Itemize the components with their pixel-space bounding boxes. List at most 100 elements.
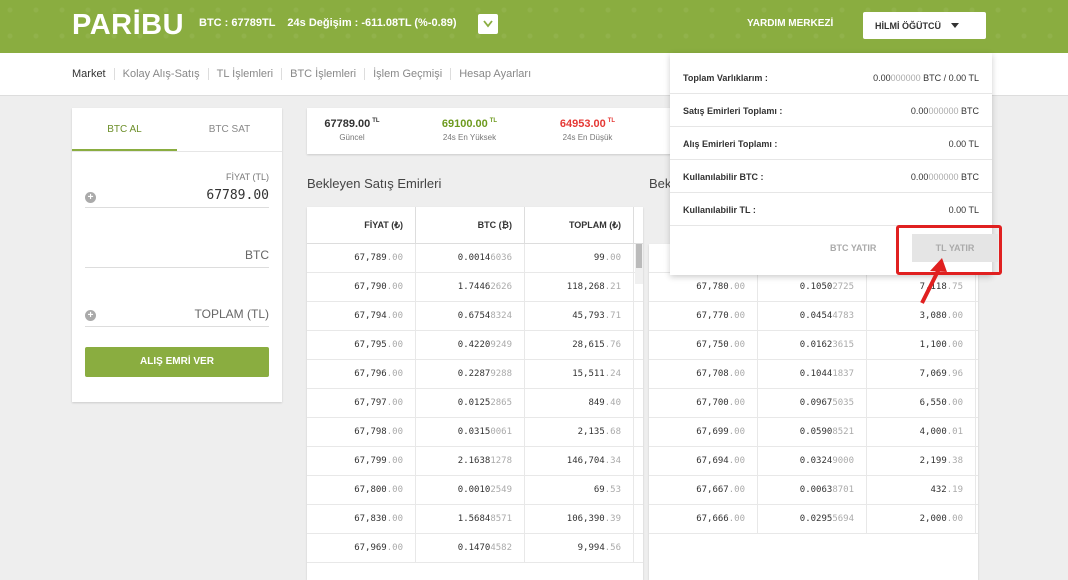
total-cell-value: 1,100: [919, 340, 947, 350]
daily-change: 24s Değişim : -611.08TL (%-0.89): [287, 17, 457, 29]
btc-cell-decimals: 9249: [490, 340, 512, 350]
total-unit-label: TOPLAM (TL): [194, 307, 269, 321]
table-row[interactable]: 67,750.00 0.01623615 1,100.00: [649, 331, 978, 360]
high-price: 69100.00: [441, 118, 488, 130]
balance-row: Satış Emirleri Toplamı : 0.00000000 BTC: [670, 94, 992, 127]
btc-cell-decimals: 8324: [490, 311, 512, 321]
user-menu-button[interactable]: HİLMİ ÖĞÜTCÜ: [863, 12, 986, 39]
price-cell-value: 67,694: [696, 456, 729, 466]
btc-cell: 0.00146036: [416, 244, 525, 272]
btc-cell-value: 0.2287: [457, 369, 491, 379]
nav-tl-transactions[interactable]: TL İşlemleri: [207, 68, 281, 80]
price-cell-value: 67,797: [354, 398, 387, 408]
table-row[interactable]: 67,667.00 0.00638701 432.19: [649, 476, 978, 505]
plus-icon[interactable]: +: [85, 192, 96, 203]
price-cell: 67,699.00: [649, 418, 758, 446]
table-row[interactable]: 67,800.00 0.00102549 69.53: [307, 476, 643, 505]
btc-cell-value: 2.1638: [457, 456, 491, 466]
total-cell-value: 118,268: [566, 282, 605, 292]
ticker-toggle-button[interactable]: [478, 14, 498, 34]
btc-cell: 0.14704582: [416, 534, 525, 562]
price-input[interactable]: 67789.00: [206, 188, 269, 203]
price-cell-decimals: .00: [728, 427, 745, 437]
btc-cell: 1.74462626: [416, 273, 525, 301]
total-cell-value: 6,550: [919, 398, 947, 408]
btc-cell-decimals: 9000: [832, 456, 854, 466]
btc-cell-value: 0.0454: [799, 311, 833, 321]
tab-buy-btc[interactable]: BTC AL: [72, 108, 177, 151]
table-row[interactable]: 67,699.00 0.05908521 4,000.01: [649, 418, 978, 447]
btc-unit-label: BTC: [245, 248, 269, 262]
btc-cell: 0.01623615: [758, 331, 867, 359]
table-row[interactable]: 67,794.00 0.67548324 45,793.71: [307, 302, 643, 331]
nav-history[interactable]: İşlem Geçmişi: [364, 68, 450, 80]
price-cell-decimals: .00: [386, 514, 403, 524]
balance-value: 0.00 TL: [948, 205, 979, 215]
table-row[interactable]: 67,969.00 0.14704582 9,994.56: [307, 534, 643, 563]
total-cell: 2,199.38: [867, 447, 976, 475]
stat-high: 69100.00 TL 24s En Yüksek: [437, 118, 502, 142]
table-row[interactable]: 67,796.00 0.22879288 15,511.24: [307, 360, 643, 389]
table-row[interactable]: 67,708.00 0.10441837 7,069.96: [649, 360, 978, 389]
nav-market[interactable]: Market: [72, 68, 114, 80]
nav-account-settings[interactable]: Hesap Ayarları: [450, 68, 539, 80]
table-row[interactable]: 67,797.00 0.01252865 849.40: [307, 389, 643, 418]
nav-btc-transactions[interactable]: BTC İşlemleri: [281, 68, 364, 80]
nav-easy-trade[interactable]: Kolay Alış-Satış: [113, 68, 208, 80]
total-field[interactable]: + TOPLAM (TL): [85, 304, 269, 327]
total-cell: 146,704.34: [525, 447, 634, 475]
user-name: HİLMİ ÖĞÜTCÜ: [875, 20, 941, 31]
btc-cell-decimals: 2549: [490, 485, 512, 495]
table-row[interactable]: 67,790.00 1.74462626 118,268.21: [307, 273, 643, 302]
total-cell-value: 28,615: [572, 340, 605, 350]
total-cell-decimals: .38: [946, 456, 963, 466]
balance-row: Toplam Varlıklarım : 0.00000000 BTC / 0.0…: [670, 61, 992, 94]
btc-cell: 0.04544783: [758, 302, 867, 330]
price-cell-value: 67,798: [354, 427, 387, 437]
col-price-header[interactable]: FİYAT (₺): [307, 207, 416, 243]
btc-cell: 0.00102549: [416, 476, 525, 504]
price-cell-value: 67,789: [354, 253, 387, 263]
btc-cell: 0.03249000: [758, 447, 867, 475]
stat-low: 64953.00 TL 24s En Düşük: [555, 118, 620, 142]
total-cell-decimals: .24: [604, 369, 621, 379]
table-row[interactable]: 67,700.00 0.09675035 6,550.00: [649, 389, 978, 418]
scrollbar-thumb[interactable]: [636, 244, 642, 268]
price-field[interactable]: FİYAT (TL) + 67789.00: [85, 170, 269, 208]
price-cell: 67,969.00: [307, 534, 416, 562]
btc-cell-value: 0.6754: [457, 311, 491, 321]
plus-icon[interactable]: +: [85, 310, 96, 321]
total-cell-value: 4,000: [919, 427, 947, 437]
scrollbar[interactable]: [635, 244, 643, 284]
price-cell: 67,800.00: [307, 476, 416, 504]
table-row[interactable]: 67,789.00 0.00146036 99.00: [307, 244, 643, 273]
table-row[interactable]: 67,694.00 0.03249000 2,199.38: [649, 447, 978, 476]
help-center-link[interactable]: YARDIM MERKEZİ: [747, 18, 833, 29]
btc-cell-value: 0.0010: [457, 485, 491, 495]
total-cell-decimals: .96: [946, 369, 963, 379]
btc-cell: 0.02955694: [758, 505, 867, 533]
total-cell-decimals: .00: [946, 311, 963, 321]
price-cell: 67,708.00: [649, 360, 758, 388]
total-cell-value: 3,080: [919, 311, 947, 321]
table-row[interactable]: 67,799.00 2.16381278 146,704.34: [307, 447, 643, 476]
btc-cell-value: 0.0014: [457, 253, 491, 263]
table-row[interactable]: 67,830.00 1.56848571 106,390.39: [307, 505, 643, 534]
balance-value: 0.00000000 BTC: [910, 106, 979, 116]
tab-sell-btc[interactable]: BTC SAT: [177, 108, 282, 151]
col-total-header[interactable]: TOPLAM (₺): [525, 207, 634, 243]
col-btc-header[interactable]: BTC (₿): [416, 207, 525, 243]
btc-amount-field[interactable]: BTC: [85, 244, 269, 268]
balance-row: Alış Emirleri Toplamı : 0.00 TL: [670, 127, 992, 160]
table-row[interactable]: 67,666.00 0.02955694 2,000.00: [649, 505, 978, 534]
btc-deposit-button[interactable]: BTC YATIR: [830, 243, 876, 253]
buy-orders-title: Bek: [649, 176, 672, 191]
total-cell-decimals: .00: [946, 514, 963, 524]
balance-label: Kullanılabilir BTC :: [683, 172, 764, 182]
price-cell: 67,799.00: [307, 447, 416, 475]
table-row[interactable]: 67,795.00 0.42209249 28,615.76: [307, 331, 643, 360]
table-row[interactable]: 67,798.00 0.03150061 2,135.68: [307, 418, 643, 447]
paribu-logo[interactable]: PARİBU: [72, 9, 184, 42]
place-buy-order-button[interactable]: ALIŞ EMRİ VER: [85, 347, 269, 377]
unit: TL: [372, 118, 380, 125]
